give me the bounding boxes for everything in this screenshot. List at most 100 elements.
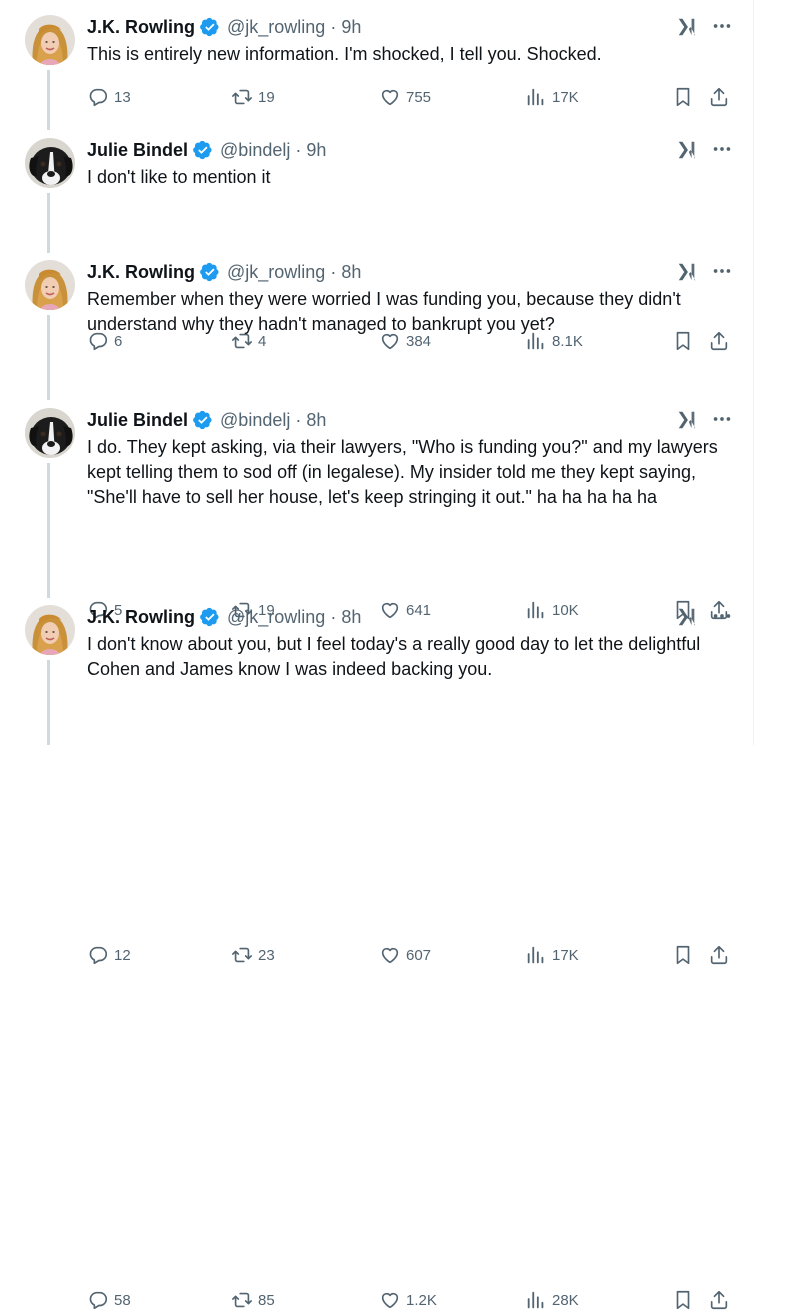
grok-icon[interactable]	[676, 606, 698, 628]
avatar[interactable]	[25, 605, 75, 655]
timestamp: · 8h	[330, 261, 362, 282]
like-count: 641	[406, 601, 432, 619]
more-options-icon[interactable]	[711, 605, 733, 627]
like-button[interactable]: 755	[379, 86, 431, 108]
reply-icon	[89, 1291, 108, 1310]
verified-badge-icon	[200, 17, 220, 37]
retweet-icon	[232, 1292, 252, 1308]
tweet-header: J.K. Rowling @jk_rowling · 9h	[87, 15, 361, 39]
grok-icon[interactable]	[676, 139, 698, 161]
more-options-icon[interactable]	[711, 260, 733, 282]
share-icon	[710, 87, 728, 107]
tweet-text: I don't like to mention it	[87, 167, 271, 187]
thread-line	[47, 315, 50, 400]
bookmark-icon	[676, 1290, 690, 1310]
tweet-text: This is entirely new information. I'm sh…	[87, 44, 602, 64]
retweet-count: 85	[258, 1291, 275, 1309]
share-button[interactable]	[708, 944, 730, 966]
avatar[interactable]	[25, 260, 75, 310]
display-name[interactable]: Julie Bindel	[87, 410, 188, 431]
like-count: 1.2K	[406, 1291, 437, 1309]
like-button[interactable]: 641	[379, 599, 431, 621]
avatar[interactable]	[25, 138, 75, 188]
verified-badge-icon	[200, 262, 220, 282]
thread-line	[47, 660, 50, 745]
grok-icon[interactable]	[676, 409, 698, 431]
handle-and-time[interactable]: @jk_rowling · 9h	[227, 17, 361, 38]
retweet-icon	[232, 947, 252, 963]
reply-icon	[89, 88, 108, 107]
view-count: 17K	[552, 946, 579, 964]
like-count: 755	[406, 88, 432, 106]
tweet-header: J.K. Rowling @jk_rowling · 8h	[87, 605, 361, 629]
view-count: 10K	[552, 601, 579, 619]
handle: @jk_rowling	[227, 261, 326, 282]
timestamp: · 8h	[295, 409, 327, 430]
share-button[interactable]	[708, 86, 730, 108]
share-icon	[710, 945, 728, 965]
retweet-button[interactable]: 23	[231, 944, 275, 966]
handle: @jk_rowling	[227, 606, 326, 627]
like-button[interactable]: 1.2K	[379, 1289, 437, 1311]
verified-badge-icon	[193, 140, 213, 160]
action-bar: 58 85 1.2K 28K	[87, 1289, 737, 1313]
handle-and-time[interactable]: @jk_rowling · 8h	[227, 607, 361, 628]
timestamp: · 9h	[295, 139, 327, 160]
tweet-header: Julie Bindel @bindelj · 8h	[87, 408, 326, 432]
retweet-count: 19	[258, 88, 275, 106]
view-count: 28K	[552, 1291, 579, 1309]
analytics-icon	[527, 88, 544, 106]
retweet-button[interactable]: 19	[231, 86, 275, 108]
like-button[interactable]: 607	[379, 944, 431, 966]
display-name[interactable]: J.K. Rowling	[87, 17, 195, 38]
grok-icon[interactable]	[676, 261, 698, 283]
analytics-icon	[527, 601, 544, 619]
analytics-icon	[527, 1291, 544, 1309]
thread-line	[47, 463, 50, 598]
thread-line	[47, 70, 50, 130]
analytics-icon	[527, 946, 544, 964]
reply-count: 13	[114, 88, 131, 106]
views-button[interactable]: 17K	[525, 86, 579, 108]
display-name[interactable]: Julie Bindel	[87, 140, 188, 161]
handle: @bindelj	[220, 409, 291, 430]
share-icon	[710, 1290, 728, 1310]
handle-and-time[interactable]: @bindelj · 8h	[220, 410, 326, 431]
heart-icon	[381, 89, 399, 106]
avatar[interactable]	[25, 15, 75, 65]
heart-icon	[381, 602, 399, 619]
grok-icon[interactable]	[676, 16, 698, 38]
like-count: 607	[406, 946, 432, 964]
heart-icon	[381, 947, 399, 964]
reply-icon	[89, 946, 108, 965]
retweet-count: 23	[258, 946, 275, 964]
views-button[interactable]: 17K	[525, 944, 579, 966]
avatar[interactable]	[25, 408, 75, 458]
thread-line	[47, 193, 50, 253]
timestamp: · 9h	[330, 16, 362, 37]
retweet-icon	[232, 89, 252, 105]
reply-button[interactable]: 12	[87, 944, 131, 966]
handle-and-time[interactable]: @bindelj · 9h	[220, 140, 326, 161]
bookmark-button[interactable]	[672, 944, 694, 966]
reply-button[interactable]: 13	[87, 86, 131, 108]
retweet-button[interactable]: 85	[231, 1289, 275, 1311]
views-button[interactable]: 28K	[525, 1289, 579, 1311]
views-button[interactable]: 10K	[525, 599, 579, 621]
share-button[interactable]	[708, 1289, 730, 1311]
bookmark-button[interactable]	[672, 86, 694, 108]
reply-button[interactable]: 58	[87, 1289, 131, 1311]
handle-and-time[interactable]: @jk_rowling · 8h	[227, 262, 361, 283]
more-options-icon[interactable]	[711, 15, 733, 37]
view-count: 17K	[552, 88, 579, 106]
reply-count: 12	[114, 946, 131, 964]
bookmark-icon	[676, 87, 690, 107]
display-name[interactable]: J.K. Rowling	[87, 607, 195, 628]
action-bar: 13 19 755 17K	[87, 86, 737, 110]
display-name[interactable]: J.K. Rowling	[87, 262, 195, 283]
bookmark-icon	[676, 945, 690, 965]
more-options-icon[interactable]	[711, 408, 733, 430]
bookmark-button[interactable]	[672, 1289, 694, 1311]
more-options-icon[interactable]	[711, 138, 733, 160]
tweet-text: I do. They kept asking, via their lawyer…	[87, 437, 718, 507]
